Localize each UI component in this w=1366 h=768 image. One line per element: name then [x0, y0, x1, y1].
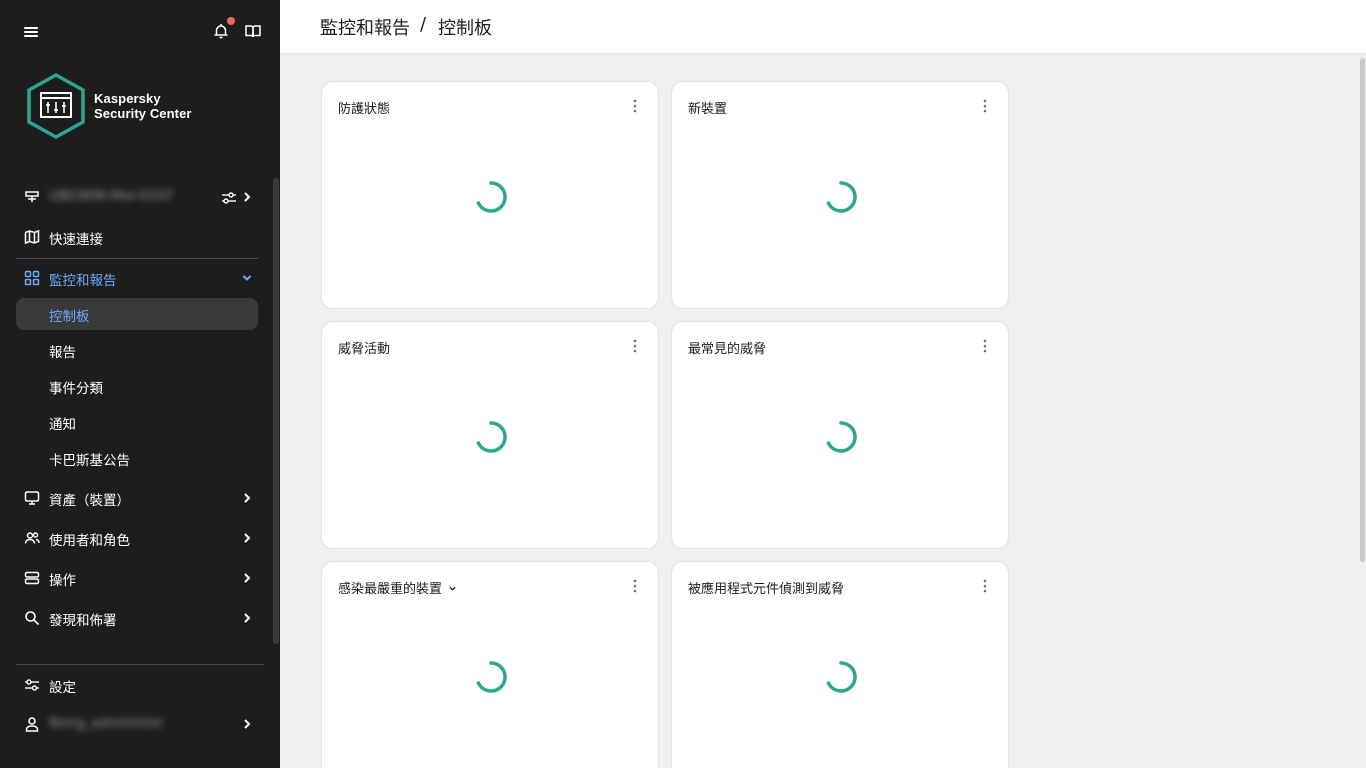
more-options-icon[interactable] — [978, 338, 992, 354]
breadcrumb-parent-link[interactable]: 監控和報告 — [320, 14, 410, 40]
logo-line2: Security Center — [94, 106, 192, 121]
widget-title: 感染最嚴重的裝置 — [338, 582, 443, 597]
more-options-icon[interactable] — [628, 338, 642, 354]
chevron-down-icon — [242, 275, 252, 281]
loading-spinner-icon — [826, 181, 857, 213]
sidebar-item-label: 使用者和角色 — [49, 533, 130, 549]
sidebar-divider — [16, 258, 258, 259]
kaspersky-hex-icon — [27, 72, 85, 140]
page-header: 監控和報告 / 控制板 — [280, 0, 1366, 54]
sidebar-subitem-kaspersky-announcements[interactable]: 卡巴斯基公告 — [16, 442, 258, 474]
server-icon — [25, 191, 39, 202]
more-options-icon[interactable] — [628, 98, 642, 114]
sidebar-item-user-account[interactable]: Nong_administer — [16, 706, 258, 742]
server-selector[interactable]: UBGWIN-Mel-0107 — [16, 179, 258, 215]
book-icon[interactable] — [244, 22, 262, 40]
hamburger-menu-icon[interactable] — [24, 25, 40, 39]
sidebar-subitem-dashboard[interactable]: 控制板 — [16, 298, 258, 330]
operations-icon — [24, 571, 40, 585]
widget-title: 防護狀態 — [338, 102, 391, 117]
widget-threats-by-app-component: 被應用程式元件偵測到威脅 — [671, 561, 1009, 768]
main-scrollbar[interactable] — [1360, 58, 1365, 562]
sidebar-subitem-label: 通知 — [49, 417, 76, 433]
sidebar-item-quick-connect[interactable]: 快速連接 — [16, 219, 258, 255]
sidebar-item-label: 資產（裝置） — [49, 493, 130, 509]
widget-title: 最常見的威脅 — [688, 342, 767, 357]
sidebar-item-users-roles[interactable]: 使用者和角色 — [16, 520, 258, 556]
settings-sliders-icon — [25, 679, 39, 691]
widget-threat-activity: 威脅活動 — [321, 321, 659, 549]
sidebar-item-discovery-deployment[interactable]: 發現和佈署 — [16, 600, 258, 636]
logo-text: Kaspersky Security Center — [94, 91, 192, 121]
server-name: UBGWIN-Mel-0107 — [49, 188, 174, 204]
chevron-right-icon — [244, 573, 251, 583]
sidebar-item-label: 設定 — [49, 680, 76, 696]
chevron-down-icon — [449, 586, 456, 591]
sidebar-item-operations[interactable]: 操作 — [16, 560, 258, 596]
widget-new-devices: 新裝置 — [671, 81, 1009, 309]
breadcrumb-separator: / — [420, 14, 427, 35]
widget-title: 威脅活動 — [338, 342, 391, 357]
sidebar-item-settings[interactable]: 設定 — [16, 667, 258, 703]
loading-spinner-icon — [826, 421, 857, 453]
sidebar-subitem-reports[interactable]: 報告 — [16, 334, 258, 366]
sidebar-subitem-event-selections[interactable]: 事件分類 — [16, 370, 258, 402]
chevron-right-icon — [244, 613, 251, 623]
sidebar-item-label: 發現和佈署 — [49, 613, 117, 629]
chevron-right-icon — [244, 719, 251, 729]
map-icon — [24, 229, 40, 245]
sidebar-item-label: 監控和報告 — [49, 273, 117, 289]
loading-spinner-icon — [476, 421, 507, 453]
search-icon — [25, 611, 40, 626]
widget-most-common-threats: 最常見的威脅 — [671, 321, 1009, 549]
widget-title-dropdown[interactable]: 感染最嚴重的裝置 — [338, 578, 457, 597]
sidebar-divider — [16, 664, 264, 665]
monitor-icon — [24, 491, 40, 505]
user-icon — [25, 717, 39, 732]
sidebar-subitem-label: 控制板 — [49, 309, 90, 325]
logo-line1: Kaspersky — [94, 91, 161, 106]
sidebar-subitem-label: 卡巴斯基公告 — [49, 453, 130, 469]
chevron-right-icon — [244, 533, 251, 543]
breadcrumb-current: 控制板 — [438, 18, 492, 39]
notification-bell-icon[interactable] — [212, 22, 230, 40]
kaspersky-logo[interactable]: Kaspersky Security Center — [24, 72, 224, 140]
server-filter-icon[interactable] — [221, 190, 237, 206]
chevron-right-icon — [244, 493, 251, 503]
users-icon — [24, 532, 40, 544]
sidebar-subitem-label: 事件分類 — [49, 381, 103, 397]
sidebar-subitem-notifications[interactable]: 通知 — [16, 406, 258, 438]
widget-most-infected-devices: 感染最嚴重的裝置 — [321, 561, 659, 768]
sidebar-scrollbar[interactable] — [273, 178, 279, 644]
more-options-icon[interactable] — [978, 578, 992, 594]
loading-spinner-icon — [476, 181, 507, 213]
widget-title: 新裝置 — [688, 102, 728, 117]
widget-protection-status: 防護狀態 — [321, 81, 659, 309]
loading-spinner-icon — [826, 661, 857, 693]
sidebar-item-monitoring[interactable]: 監控和報告 — [16, 260, 258, 296]
sidebar-item-label: 快速連接 — [49, 232, 103, 248]
loading-spinner-icon — [476, 661, 507, 693]
sidebar-subitem-label: 報告 — [49, 345, 76, 361]
notification-badge — [227, 17, 235, 25]
dashboard-grid-icon — [24, 270, 40, 286]
chevron-right-icon — [244, 192, 251, 202]
sidebar: Kaspersky Security Center UBGWIN-Mel-010… — [0, 0, 280, 768]
sidebar-item-assets-devices[interactable]: 資產（裝置） — [16, 480, 258, 516]
more-options-icon[interactable] — [628, 578, 642, 594]
more-options-icon[interactable] — [978, 98, 992, 114]
user-name: Nong_administer — [49, 715, 164, 731]
sidebar-item-label: 操作 — [49, 573, 76, 589]
widget-title: 被應用程式元件偵測到威脅 — [688, 582, 845, 597]
sidebar-top-bar — [0, 0, 280, 64]
